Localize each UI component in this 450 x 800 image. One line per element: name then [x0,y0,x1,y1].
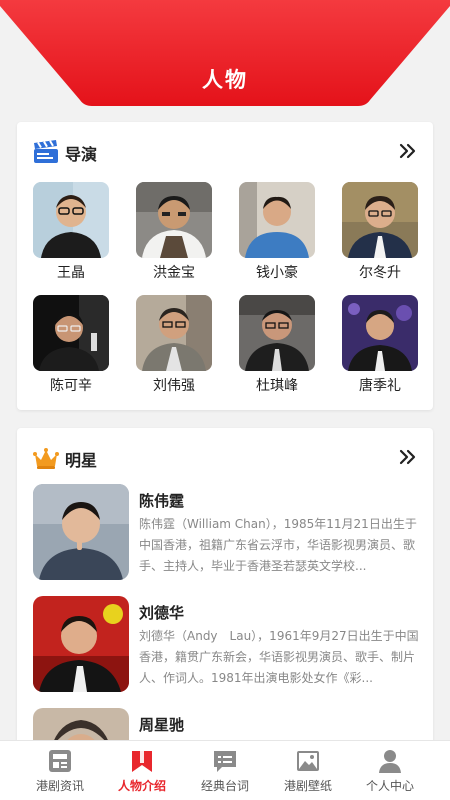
user-icon [379,750,401,773]
director-item[interactable]: 王晶 [33,182,109,286]
star-name: 陈伟霆 [139,492,185,510]
director-item[interactable]: 钱小豪 [239,182,315,286]
bottom-tab-bar: 港剧资讯 人物介绍 经典台词 港剧壁纸 个人中心 [0,740,450,800]
directors-header: 导演 [17,122,433,172]
star-item[interactable]: 陈伟霆 陈伟霆（William Chan），1985年11月21日出生于中国香港… [33,484,417,582]
director-name: 陈可辛 [50,378,92,394]
star-description: 陈伟霆（William Chan），1985年11月21日出生于中国香港，祖籍广… [139,517,417,573]
stars-card: 明星 陈伟霆 陈伟霆（William Chan），1985年11月21日出生于中… [17,428,433,768]
director-name: 钱小豪 [256,265,298,281]
star-name: 刘德华 [139,604,185,622]
tab-label: 港剧资讯 [35,779,84,793]
director-name: 唐季礼 [359,378,401,394]
director-item[interactable]: 陈可辛 [33,295,109,399]
director-name: 尔冬升 [359,265,401,281]
director-item[interactable]: 刘伟强 [136,295,212,399]
director-name: 杜琪峰 [256,378,298,394]
director-item[interactable]: 唐季礼 [342,295,418,399]
tab-label: 个人中心 [365,779,414,793]
tab-people[interactable]: 人物介绍 [97,741,187,800]
director-item[interactable]: 杜琪峰 [239,295,315,399]
tab-quotes[interactable]: 经典台词 [180,741,270,800]
picture-icon [297,751,319,771]
crown-icon [33,448,59,469]
director-name: 刘伟强 [153,378,195,394]
page-title: 人物 [202,68,248,92]
director-photo [342,295,418,371]
director-photo [33,295,109,371]
news-icon [49,750,71,772]
director-item[interactable]: 洪金宝 [136,182,212,286]
star-description: 刘德华（Andy Lau），1961年9月27日出生于中国香港，籍贯广东新会，华… [139,629,419,685]
stars-title: 明星 [65,451,98,470]
star-photo [33,484,129,580]
director-item[interactable]: 尔冬升 [342,182,418,286]
directors-title: 导演 [65,145,98,164]
director-photo [239,182,315,258]
director-photo [33,182,109,258]
tab-label: 人物介绍 [117,779,166,793]
double-chevron-right-icon[interactable] [399,448,417,466]
clapperboard-icon [34,140,58,163]
directors-card: 导演 王晶 洪金宝 钱小豪 尔冬升 陈可辛 刘伟强 杜琪峰 唐季礼 [17,122,433,410]
star-item[interactable]: 刘德华 刘德华（Andy Lau），1961年9月27日出生于中国香港，籍贯广东… [33,596,419,694]
star-name: 周星驰 [139,716,185,734]
chat-icon [214,751,236,772]
director-photo [136,295,212,371]
tab-wallpaper[interactable]: 港剧壁纸 [263,741,353,800]
director-photo [239,295,315,371]
director-photo [136,182,212,258]
tab-profile[interactable]: 个人中心 [345,741,435,800]
bookmark-icon [132,751,152,772]
tab-label: 港剧壁纸 [283,779,332,793]
stars-header: 明星 [17,428,433,478]
double-chevron-right-icon[interactable] [399,142,417,160]
star-photo [33,596,129,692]
director-photo [342,182,418,258]
tab-label: 经典台词 [200,779,249,793]
director-name: 洪金宝 [153,265,195,281]
director-name: 王晶 [57,265,85,281]
tab-news[interactable]: 港剧资讯 [15,741,105,800]
page-header: 人物 [0,0,450,112]
